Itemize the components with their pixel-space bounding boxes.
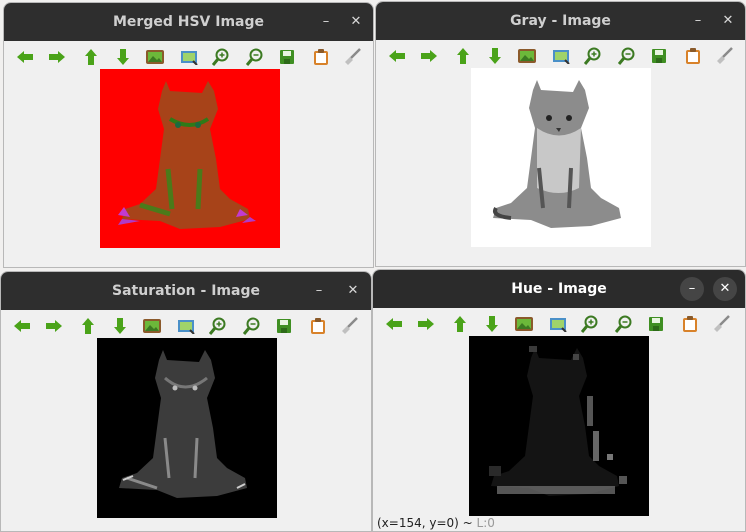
minimize-button[interactable]: – [316, 12, 336, 32]
clipboard-icon[interactable] [682, 45, 704, 67]
zoom-out-icon[interactable] [613, 313, 635, 335]
window-hue: Hue - Image – ✕ (x=154, y=0) ~ L:0 [372, 269, 746, 532]
toolbar [4, 41, 373, 71]
clipboard-icon[interactable] [310, 46, 332, 68]
screenshot-icon[interactable] [547, 313, 569, 335]
arrow-up-icon[interactable] [80, 46, 102, 68]
brush-icon[interactable] [342, 46, 364, 68]
arrow-up-icon[interactable] [449, 313, 471, 335]
close-button[interactable]: ✕ [713, 277, 737, 301]
arrow-up-icon[interactable] [452, 45, 474, 67]
save-icon[interactable] [273, 315, 295, 337]
clipboard-icon[interactable] [307, 315, 329, 337]
arrow-right-icon[interactable] [415, 313, 437, 335]
minimize-button[interactable]: – [309, 281, 329, 301]
arrow-right-icon[interactable] [418, 45, 440, 67]
image-canvas[interactable] [471, 68, 651, 247]
screenshot-icon[interactable] [178, 46, 200, 68]
save-icon[interactable] [648, 45, 670, 67]
image-canvas[interactable] [469, 336, 649, 516]
image-icon[interactable] [141, 315, 163, 337]
cursor-coordinates: (x=154, y=0) ~ [377, 516, 473, 530]
titlebar[interactable]: Merged HSV Image – ✕ [4, 3, 373, 41]
titlebar[interactable]: Hue - Image – ✕ [373, 270, 745, 308]
arrow-left-icon[interactable] [11, 315, 33, 337]
arrow-down-icon[interactable] [481, 313, 503, 335]
zoom-out-icon[interactable] [244, 46, 266, 68]
zoom-in-icon[interactable] [207, 315, 229, 337]
brush-icon[interactable] [714, 45, 736, 67]
zoom-in-icon[interactable] [210, 46, 232, 68]
image-icon[interactable] [516, 45, 538, 67]
arrow-right-icon[interactable] [43, 315, 65, 337]
zoom-in-icon[interactable] [582, 45, 604, 67]
titlebar[interactable]: Gray - Image – ✕ [376, 2, 745, 40]
toolbar [1, 310, 371, 340]
status-bar: (x=154, y=0) ~ L:0 [377, 516, 495, 530]
brush-icon[interactable] [711, 313, 733, 335]
window-merged-hsv: Merged HSV Image – ✕ [3, 2, 374, 268]
titlebar[interactable]: Saturation - Image – ✕ [1, 272, 371, 310]
minimize-button[interactable]: – [688, 11, 708, 31]
clipboard-icon[interactable] [679, 313, 701, 335]
arrow-down-icon[interactable] [484, 45, 506, 67]
zoom-out-icon[interactable] [616, 45, 638, 67]
image-icon[interactable] [144, 46, 166, 68]
arrow-down-icon[interactable] [112, 46, 134, 68]
close-button[interactable]: ✕ [718, 11, 738, 31]
arrow-left-icon[interactable] [386, 45, 408, 67]
pixel-level: L:0 [476, 516, 495, 530]
brush-icon[interactable] [339, 315, 361, 337]
arrow-left-icon[interactable] [383, 313, 405, 335]
image-canvas[interactable] [100, 69, 280, 248]
window-gray: Gray - Image – ✕ [375, 1, 746, 267]
save-icon[interactable] [276, 46, 298, 68]
image-canvas[interactable] [97, 338, 277, 518]
window-saturation: Saturation - Image – ✕ [0, 271, 372, 532]
toolbar [376, 40, 745, 70]
close-button[interactable]: ✕ [346, 12, 366, 32]
zoom-out-icon[interactable] [241, 315, 263, 337]
save-icon[interactable] [645, 313, 667, 335]
hue-image [469, 336, 649, 516]
gray-image [471, 68, 651, 247]
image-icon[interactable] [513, 313, 535, 335]
arrow-up-icon[interactable] [77, 315, 99, 337]
saturation-image [97, 338, 277, 518]
arrow-right-icon[interactable] [46, 46, 68, 68]
arrow-left-icon[interactable] [14, 46, 36, 68]
arrow-down-icon[interactable] [109, 315, 131, 337]
zoom-in-icon[interactable] [579, 313, 601, 335]
minimize-button[interactable]: – [680, 277, 704, 301]
screenshot-icon[interactable] [175, 315, 197, 337]
toolbar [373, 308, 745, 338]
close-button[interactable]: ✕ [343, 281, 363, 301]
merged-image [100, 69, 280, 248]
screenshot-icon[interactable] [550, 45, 572, 67]
